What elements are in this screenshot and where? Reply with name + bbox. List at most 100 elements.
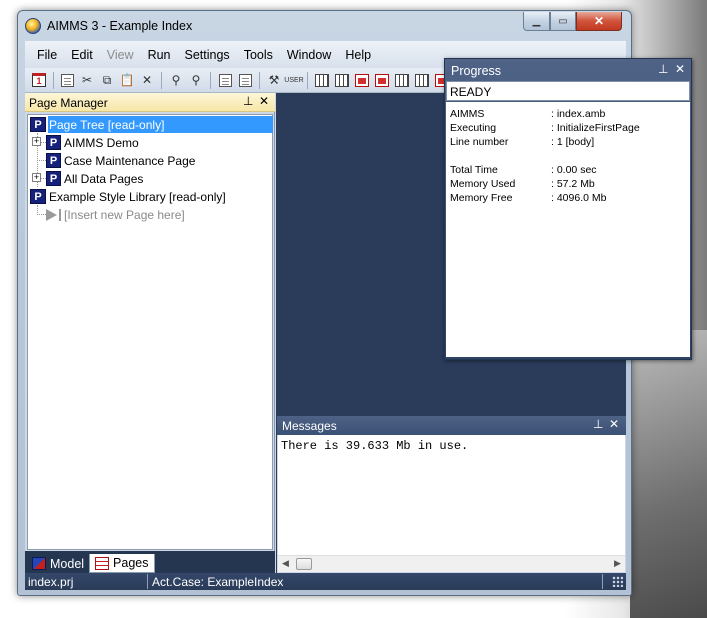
pages-tree-icon — [95, 556, 110, 570]
resize-grip-icon[interactable] — [612, 576, 623, 587]
tools-icon[interactable]: ⚒ — [265, 71, 283, 89]
pin-icon[interactable]: ⊥ — [658, 62, 668, 76]
messages-body[interactable]: There is 39.633 Mb in use. — [278, 435, 625, 555]
menu-tools[interactable]: Tools — [237, 48, 280, 62]
insert-new-page-item[interactable]: [Insert new Page here] — [46, 206, 185, 223]
close-button[interactable]: ✕ — [576, 12, 622, 31]
calendar-icon[interactable]: 1 — [30, 71, 48, 89]
maximize-icon: ▭ — [558, 15, 568, 27]
page-manager-header[interactable]: Page Manager ⊥ ✕ — [25, 93, 275, 112]
window-title: AIMMS 3 - Example Index — [47, 19, 193, 33]
page-icon: P — [46, 171, 61, 186]
messages-title: Messages — [282, 419, 337, 433]
maximize-button[interactable]: ▭ — [550, 12, 576, 31]
tree-item-label: Example Style Library [read-only] — [49, 189, 226, 204]
progress-value: : 57.2 Mb — [551, 178, 595, 190]
table-icon[interactable] — [373, 71, 391, 89]
tab-pages-label: Pages — [113, 556, 149, 570]
progress-details: AIMMS : index.amb Executing : Initialize… — [446, 102, 690, 357]
page-icon: P — [46, 135, 61, 150]
tree-item-label: AIMMS Demo — [64, 135, 139, 150]
status-project: index.prj — [28, 575, 74, 589]
page-manager-title: Page Manager — [29, 96, 108, 110]
list-icon[interactable] — [393, 71, 411, 89]
progress-key: Total Time — [450, 164, 498, 176]
pin-icon[interactable]: ⊥ — [243, 94, 253, 108]
tree-root-label: Page Tree [read-only] — [49, 117, 165, 132]
menu-settings[interactable]: Settings — [178, 48, 237, 62]
progress-header[interactable]: Progress ⊥ ✕ — [445, 59, 691, 81]
page-icon: P — [46, 153, 61, 168]
scroll-left-icon[interactable]: ◀ — [282, 558, 289, 569]
menu-file[interactable]: File — [30, 48, 64, 62]
user-icon[interactable]: USER — [284, 71, 303, 89]
find-next-icon[interactable]: ⚲ — [187, 71, 205, 89]
message-text: There is 39.633 Mb in use. — [281, 439, 469, 453]
find-icon[interactable]: ⚲ — [167, 71, 185, 89]
menu-window[interactable]: Window — [280, 48, 338, 62]
menu-help[interactable]: Help — [338, 48, 378, 62]
page-tree-icon: P — [30, 189, 46, 204]
menu-view[interactable]: View — [100, 48, 141, 62]
expand-all-data-pages-button[interactable]: + — [32, 173, 41, 182]
template-icon[interactable] — [236, 71, 254, 89]
identifier-icon[interactable] — [313, 71, 331, 89]
status-active-case: Act.Case: ExampleIndex — [152, 575, 284, 589]
tree-root[interactable]: P Page Tree [read-only] — [30, 116, 164, 133]
insert-arrow-icon — [46, 208, 57, 221]
progress-key: AIMMS — [450, 108, 485, 120]
messages-header[interactable]: Messages ⊥ ✕ — [277, 416, 626, 435]
pages-icon[interactable] — [353, 71, 371, 89]
tab-model[interactable]: Model — [27, 554, 89, 573]
tree-item-case-maintenance[interactable]: P Case Maintenance Page — [46, 152, 195, 169]
model-tree-icon — [32, 557, 46, 570]
messages-panel: Messages ⊥ ✕ There is 39.633 Mb in use. … — [277, 416, 626, 573]
progress-value: : 4096.0 Mb — [551, 192, 607, 204]
progress-key: Memory Free — [450, 192, 513, 204]
tree-item-label: All Data Pages — [64, 171, 144, 186]
title-bar[interactable]: AIMMS 3 - Example Index ▁ ▭ ✕ — [18, 11, 631, 41]
progress-value: : InitializeFirstPage — [551, 122, 640, 134]
menu-edit[interactable]: Edit — [64, 48, 100, 62]
page-icon[interactable] — [216, 71, 234, 89]
close-icon[interactable]: ✕ — [609, 417, 619, 431]
copy-icon[interactable]: ⧉ — [98, 71, 116, 89]
horizontal-scrollbar[interactable]: ◀ ▶ — [278, 555, 625, 572]
progress-title: Progress — [451, 64, 502, 78]
tree-item-aimms-demo[interactable]: P AIMMS Demo — [46, 134, 139, 151]
aimms-logo-icon[interactable] — [25, 18, 41, 34]
progress-status: READY — [450, 85, 492, 99]
delete-icon[interactable]: ✕ — [138, 71, 156, 89]
data-icon[interactable] — [413, 71, 431, 89]
page-manager-panel: Page Manager ⊥ ✕ P Page Tree [read-only]… — [25, 93, 275, 573]
progress-key: Memory Used — [450, 178, 516, 190]
tab-pages[interactable]: Pages — [89, 554, 155, 573]
close-icon[interactable]: ✕ — [259, 94, 269, 108]
page-tree-icon: P — [30, 117, 46, 132]
progress-key: Executing — [450, 122, 497, 134]
scroll-right-icon[interactable]: ▶ — [614, 558, 621, 569]
page-tree[interactable]: P Page Tree [read-only] + P AIMMS Demo P… — [27, 114, 273, 550]
progress-window: Progress ⊥ ✕ READY AIMMS : index.amb Exe… — [444, 58, 692, 360]
close-icon[interactable]: ✕ — [675, 62, 685, 76]
progress-value: : 0.00 sec — [551, 164, 597, 176]
paste-icon[interactable]: 📋 — [118, 71, 136, 89]
tree-item-all-data-pages[interactable]: P All Data Pages — [46, 170, 143, 187]
expand-aimms-demo-button[interactable]: + — [32, 137, 41, 146]
cut-icon[interactable]: ✂ — [78, 71, 96, 89]
insert-new-page-label: [Insert new Page here] — [64, 207, 185, 222]
minimize-button[interactable]: ▁ — [523, 12, 550, 31]
progress-value: : index.amb — [551, 108, 606, 120]
model-icon[interactable] — [333, 71, 351, 89]
tree-item-label: Case Maintenance Page — [64, 153, 196, 168]
tree-item-style-library[interactable]: P Example Style Library [read-only] — [30, 188, 226, 205]
scrollbar-thumb[interactable] — [296, 558, 312, 570]
copy-window-icon[interactable] — [58, 71, 76, 89]
pin-icon[interactable]: ⊥ — [593, 417, 603, 431]
progress-key: Line number — [450, 136, 509, 148]
status-bar: index.prj Act.Case: ExampleIndex — [25, 573, 626, 590]
desktop-background — [630, 330, 707, 618]
minimize-icon: ▁ — [532, 15, 541, 27]
menu-run[interactable]: Run — [141, 48, 178, 62]
tab-model-label: Model — [50, 556, 85, 571]
